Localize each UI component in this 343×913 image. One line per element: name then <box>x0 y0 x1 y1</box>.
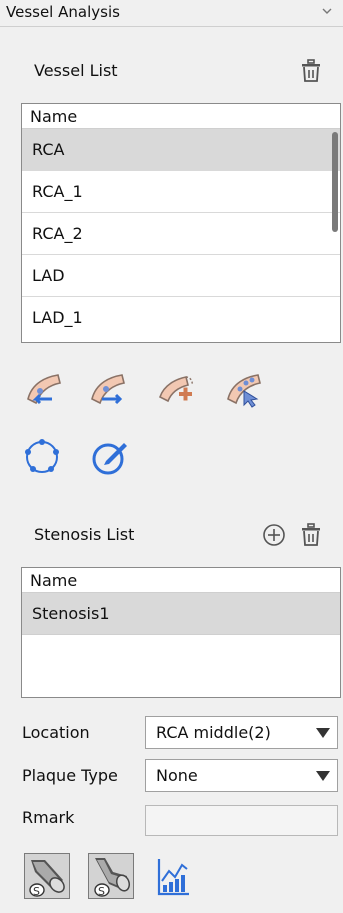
rmark-label: Rmark <box>22 808 75 827</box>
plaque-type-value: None <box>156 766 198 785</box>
list-item[interactable]: RCA_2 <box>22 213 340 255</box>
stenosis-list-label: Stenosis List <box>34 525 135 544</box>
svg-text:S: S <box>33 885 40 898</box>
list-item[interactable]: LAD <box>22 255 340 297</box>
chart-icon[interactable] <box>156 857 190 897</box>
location-value: RCA middle(2) <box>156 723 271 742</box>
rmark-input[interactable] <box>145 805 338 836</box>
trash-icon[interactable] <box>300 59 322 83</box>
panel-header[interactable]: Vessel Analysis <box>0 0 343 27</box>
trash-icon[interactable] <box>300 523 322 547</box>
vessel-list[interactable]: Name RCA RCA_1 RCA_2 LAD LAD_1 <box>21 103 341 343</box>
vessel-list-label: Vessel List <box>34 61 118 80</box>
straight-vessel-icon: S <box>29 860 65 898</box>
curved-vessel-icon: S <box>94 858 131 898</box>
vessel-add-icon[interactable] <box>156 369 196 409</box>
list-item[interactable]: LAD_1 <box>22 297 340 339</box>
location-select[interactable]: RCA middle(2) <box>145 716 338 749</box>
stenosis-list[interactable]: Name Stenosis1 <box>21 567 341 698</box>
vessel-select-icon[interactable] <box>224 369 264 409</box>
location-label: Location <box>22 723 90 742</box>
dropdown-arrow-icon <box>316 728 330 738</box>
curved-vessel-button[interactable]: S <box>88 853 134 899</box>
add-circle-icon[interactable] <box>262 523 286 547</box>
stenosis-list-header[interactable]: Name <box>22 568 340 593</box>
list-item[interactable]: RCA <box>22 129 340 171</box>
vessel-list-scrollbar[interactable] <box>332 132 338 232</box>
edit-contour-icon[interactable] <box>90 437 130 477</box>
plaque-type-select[interactable]: None <box>145 759 338 792</box>
svg-text:S: S <box>98 885 105 898</box>
list-item[interactable]: RCA_1 <box>22 171 340 213</box>
vessel-prev-icon[interactable] <box>22 369 62 409</box>
dropdown-arrow-icon <box>316 771 330 781</box>
vessel-next-icon[interactable] <box>88 369 128 409</box>
chevron-down-icon[interactable] <box>321 5 333 17</box>
plaque-type-label: Plaque Type <box>22 766 118 785</box>
straight-vessel-button[interactable]: S <box>24 853 70 899</box>
list-item[interactable]: Stenosis1 <box>22 593 340 635</box>
vessel-list-header[interactable]: Name <box>22 104 340 129</box>
panel-title: Vessel Analysis <box>6 3 120 21</box>
circle-points-icon[interactable] <box>22 437 62 477</box>
